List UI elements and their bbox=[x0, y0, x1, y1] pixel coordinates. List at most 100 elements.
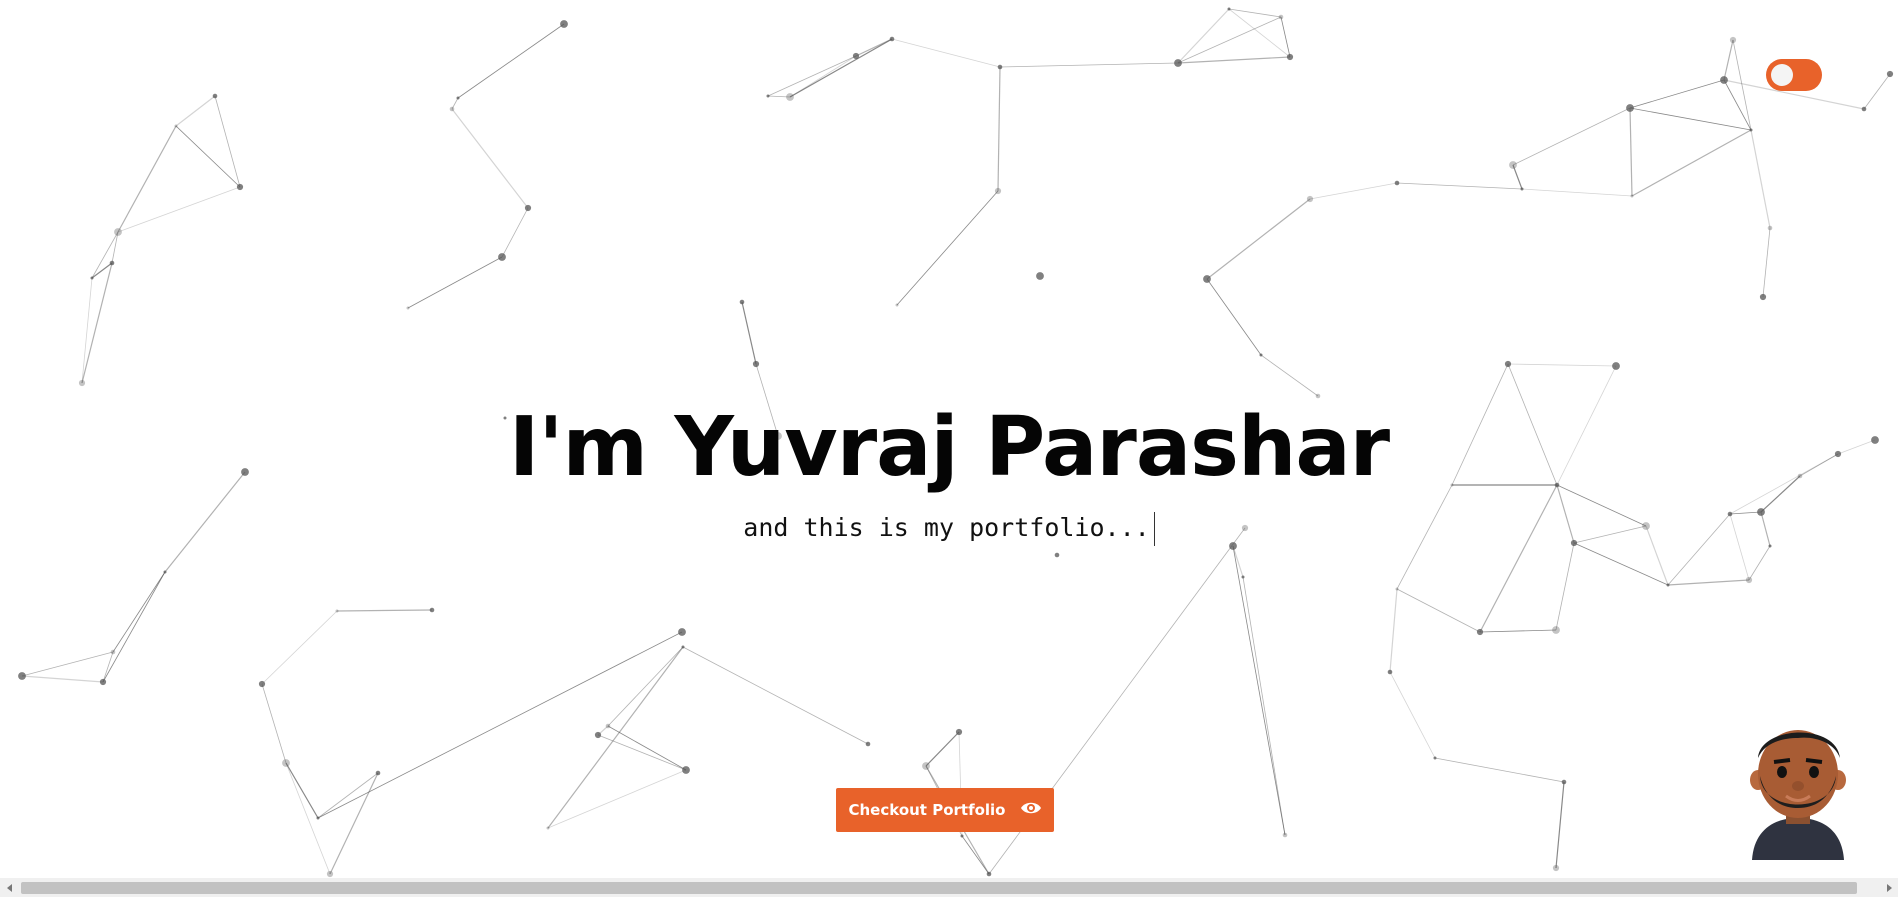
particle-node bbox=[1241, 575, 1245, 579]
particle-link bbox=[1573, 542, 1669, 586]
particle-link bbox=[112, 571, 166, 653]
particle-node bbox=[678, 628, 686, 636]
particle-link bbox=[1631, 129, 1752, 197]
particle-link bbox=[1750, 129, 1771, 229]
hero-section: I'm Yuvraj Parashar and this is my portf… bbox=[0, 400, 1898, 546]
typing-cursor bbox=[1153, 512, 1155, 546]
particle-node bbox=[986, 871, 992, 877]
particle-link bbox=[999, 62, 1179, 68]
particle-node bbox=[110, 649, 116, 655]
particle-link bbox=[1863, 73, 1891, 110]
particle-link bbox=[961, 835, 990, 875]
particle-node bbox=[1278, 14, 1284, 20]
particle-node bbox=[326, 870, 334, 878]
particle-node bbox=[375, 770, 381, 776]
particle-link bbox=[597, 734, 687, 771]
particle-node bbox=[282, 759, 290, 767]
particle-link bbox=[261, 683, 287, 764]
particle-node bbox=[1612, 362, 1620, 370]
particle-node bbox=[1387, 669, 1393, 675]
particle-link bbox=[501, 207, 529, 258]
toggle-knob bbox=[1771, 64, 1793, 86]
particle-link bbox=[547, 646, 684, 829]
particle-node bbox=[1259, 353, 1263, 357]
arrow-right-icon[interactable] bbox=[1879, 878, 1898, 897]
particle-link bbox=[117, 186, 241, 233]
particle-node bbox=[456, 96, 460, 100]
particle-link bbox=[1629, 79, 1725, 109]
particle-node bbox=[1174, 59, 1182, 67]
particle-node bbox=[524, 204, 532, 212]
particle-node bbox=[960, 834, 964, 838]
particle-node bbox=[335, 609, 339, 613]
particle-link bbox=[214, 95, 241, 188]
particle-node bbox=[212, 93, 218, 99]
particle-node bbox=[594, 731, 602, 739]
particle-link bbox=[682, 646, 869, 745]
particle-node bbox=[1395, 587, 1399, 591]
particle-link bbox=[789, 38, 893, 98]
particle-link bbox=[1232, 545, 1286, 836]
particle-node bbox=[752, 360, 760, 368]
particle-node bbox=[994, 187, 1002, 195]
checkout-portfolio-button[interactable]: Checkout Portfolio bbox=[836, 788, 1054, 832]
arrow-left-icon[interactable] bbox=[0, 878, 19, 897]
particle-link bbox=[1507, 363, 1617, 367]
particle-node bbox=[1861, 106, 1867, 112]
particle-node bbox=[852, 52, 860, 60]
particle-node bbox=[78, 379, 86, 387]
particle-link bbox=[407, 256, 503, 309]
particle-node bbox=[1759, 293, 1767, 301]
particle-node bbox=[1054, 552, 1060, 558]
particle-node bbox=[605, 723, 611, 729]
theme-toggle[interactable] bbox=[1766, 59, 1822, 91]
particle-node bbox=[316, 816, 320, 820]
particle-node bbox=[429, 607, 435, 613]
particle-node bbox=[163, 570, 167, 574]
particle-node bbox=[1306, 195, 1314, 203]
particle-link bbox=[1177, 8, 1230, 64]
particle-node bbox=[498, 253, 506, 261]
particle-link bbox=[1479, 629, 1557, 633]
particle-node bbox=[786, 93, 794, 101]
particle-link bbox=[1667, 579, 1750, 586]
particle-node bbox=[18, 672, 26, 680]
particle-node bbox=[889, 36, 895, 42]
scrollbar-thumb[interactable] bbox=[21, 882, 1857, 894]
particle-link bbox=[285, 762, 331, 875]
particle-link bbox=[1206, 198, 1311, 280]
particle-node bbox=[546, 826, 550, 830]
particle-node bbox=[682, 766, 690, 774]
particle-link bbox=[102, 571, 166, 683]
particle-node bbox=[922, 762, 930, 770]
particle-link bbox=[317, 631, 683, 819]
particle-node bbox=[114, 228, 122, 236]
particle-node bbox=[681, 645, 685, 649]
particle-node bbox=[1630, 194, 1634, 198]
particle-link bbox=[117, 125, 177, 233]
particle-node bbox=[865, 741, 871, 747]
particle-link bbox=[317, 772, 379, 819]
particle-link bbox=[91, 231, 119, 279]
particle-link bbox=[1389, 671, 1436, 759]
particle-link bbox=[329, 772, 379, 875]
particle-link bbox=[1723, 39, 1734, 81]
particle-link bbox=[21, 651, 114, 677]
avatar bbox=[1744, 718, 1852, 860]
particle-link bbox=[1396, 182, 1523, 190]
particle-node bbox=[1394, 180, 1400, 186]
particle-link bbox=[1555, 542, 1575, 631]
particle-link bbox=[1260, 354, 1319, 397]
particle-link bbox=[457, 23, 565, 99]
particle-link bbox=[175, 125, 241, 188]
particle-link bbox=[925, 731, 960, 767]
hero-subtitle-line: and this is my portfolio... bbox=[0, 510, 1898, 546]
particle-node bbox=[258, 680, 266, 688]
particle-node bbox=[1315, 393, 1321, 399]
particle-node bbox=[449, 106, 455, 112]
particle-link bbox=[1521, 188, 1633, 197]
particle-node bbox=[1520, 187, 1524, 191]
particle-link bbox=[1629, 107, 1752, 131]
horizontal-scrollbar[interactable] bbox=[0, 878, 1898, 897]
particle-node bbox=[1504, 360, 1512, 368]
